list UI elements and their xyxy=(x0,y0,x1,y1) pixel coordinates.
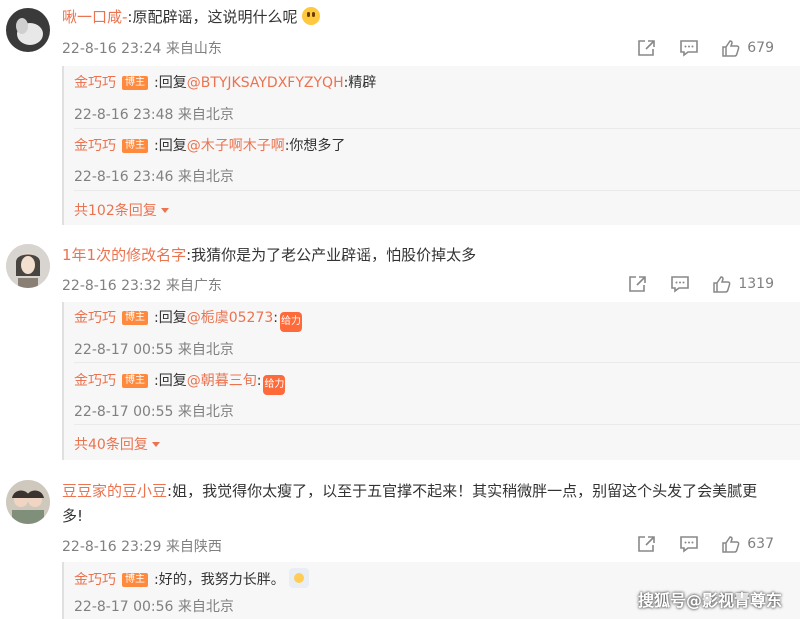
geili-sticker: 给力 xyxy=(263,375,286,395)
comment-meta: 22-8-16 23:29 来自陕西 xyxy=(62,539,222,555)
like-icon xyxy=(713,276,731,293)
reply-list: 金巧巧 博主:回复@栀虞05273: 给力 22-8-17 00:55 来自北京 金… xyxy=(62,302,800,460)
reply-mention[interactable]: @BTYJKSAYDXFYZYQH xyxy=(187,75,344,91)
reply-mention[interactable]: @栀虞05273 xyxy=(187,310,274,326)
comment-meta: 22-8-16 23:32 来自广东 xyxy=(62,278,222,294)
reply-meta: 22-8-17 00:55 来自北京 xyxy=(74,342,234,358)
more-replies-link[interactable]: 共102条回复 xyxy=(74,200,169,220)
reply-meta: 22-8-16 23:46 来自北京 xyxy=(74,169,234,185)
comment-actions: 1319 xyxy=(606,272,774,296)
author-badge: 博主 xyxy=(122,374,148,388)
comment-text: :姐，我觉得你太瘦了，以至于五官撑不起来！其实稍微胖一点，别留这个头发了会美腻更 xyxy=(167,482,758,500)
reply-mention[interactable]: @朝暮三旬 xyxy=(187,373,257,389)
like-icon xyxy=(722,536,740,553)
like-icon xyxy=(722,40,740,57)
reply-mention[interactable]: @木子啊木子啊 xyxy=(187,138,285,154)
comment-text-continued: 多! xyxy=(62,507,84,525)
avatar[interactable] xyxy=(6,480,50,524)
like-button[interactable]: 1319 xyxy=(712,275,774,293)
watermark: 搜狐号@影视青尊东 xyxy=(637,591,782,610)
sticker-icon xyxy=(288,568,309,588)
comment-meta: 22-8-16 23:24 来自山东 xyxy=(62,41,222,57)
comment-actions: 637 xyxy=(615,532,774,556)
reply-text: : xyxy=(256,373,262,389)
comment-icon xyxy=(680,40,699,57)
reply-item: 金巧巧 博主 :回复@BTYJKSAYDXFYZYQH:精辟 xyxy=(74,73,376,93)
divider xyxy=(74,362,800,363)
author-badge: 博主 xyxy=(122,76,148,90)
reply-text: :你想多了 xyxy=(284,138,346,154)
reply-meta: 22-8-17 00:56 来自北京 xyxy=(74,599,234,615)
more-replies-link[interactable]: 共40条回复 xyxy=(74,434,160,454)
chevron-down-icon xyxy=(160,208,169,213)
avatar[interactable] xyxy=(6,244,50,288)
reply-text: :精辟 xyxy=(343,75,377,91)
divider xyxy=(74,128,800,129)
reply-meta: 22-8-17 00:55 来自北京 xyxy=(74,404,234,420)
comment-icon xyxy=(680,536,699,553)
like-button[interactable]: 679 xyxy=(721,39,774,57)
author-badge: 博主 xyxy=(122,139,148,153)
reply-item: 金巧巧 博主 :回复@朝暮三旬: 给力 xyxy=(74,371,286,395)
reply-item: 金巧巧 博主 :好的，我努力长胖。 xyxy=(74,568,309,590)
like-count: 637 xyxy=(747,536,774,552)
reply-prefix: :回复 xyxy=(154,75,187,91)
comment-button[interactable] xyxy=(679,39,699,57)
comment-actions: 679 xyxy=(615,36,774,60)
reply-item: 金巧巧 博主 :回复@木子啊木子啊:你想多了 xyxy=(74,136,345,156)
share-icon xyxy=(638,536,656,552)
comment-item: 啾一口咸-:原配辟谣，这说明什么呢 22-8-16 23:24 来自山东 679… xyxy=(0,0,800,225)
like-count: 679 xyxy=(747,40,774,56)
comment-username[interactable]: 啾一口咸- xyxy=(62,8,127,26)
more-replies-label: 共102条回复 xyxy=(74,203,157,219)
comment-icon xyxy=(671,276,690,293)
comment-username[interactable]: 1年1次的修改名字 xyxy=(62,246,186,264)
comment-button[interactable] xyxy=(679,535,699,553)
reply-item: 金巧巧 博主 :回复@栀虞05273: 给力 xyxy=(74,308,302,332)
share-button[interactable] xyxy=(637,39,657,57)
share-icon xyxy=(638,40,656,56)
more-replies-label: 共40条回复 xyxy=(74,437,148,453)
comment-username[interactable]: 豆豆家的豆小豆 xyxy=(62,482,167,500)
comment-button[interactable] xyxy=(670,275,690,293)
reply-username[interactable]: 金巧巧 xyxy=(74,373,116,389)
author-badge: 博主 xyxy=(122,311,148,325)
reply-username[interactable]: 金巧巧 xyxy=(74,310,116,326)
comment-text: :我猜你是为了老公产业辟谣，怕股价掉太多 xyxy=(186,246,477,264)
reply-meta: 22-8-16 23:48 来自北京 xyxy=(74,107,234,123)
avatar[interactable] xyxy=(6,8,50,52)
reply-prefix: :回复 xyxy=(154,373,187,389)
reply-username[interactable]: 金巧巧 xyxy=(74,572,116,588)
chevron-down-icon xyxy=(151,442,160,447)
share-button[interactable] xyxy=(637,535,657,553)
like-count: 1319 xyxy=(738,276,774,292)
comment-text: :原配辟谣，这说明什么呢 xyxy=(127,8,298,26)
comment-item: 1年1次的修改名字:我猜你是为了老公产业辟谣，怕股价掉太多 22-8-16 23… xyxy=(0,238,800,460)
thinking-emoji-icon xyxy=(302,7,321,25)
author-badge: 博主 xyxy=(122,573,148,587)
reply-prefix: :回复 xyxy=(154,138,187,154)
reply-username[interactable]: 金巧巧 xyxy=(74,138,116,154)
reply-prefix: :回复 xyxy=(154,310,187,326)
share-icon xyxy=(629,276,647,292)
reply-text: :好的，我努力长胖。 xyxy=(154,572,285,588)
share-button[interactable] xyxy=(628,275,648,293)
divider xyxy=(74,190,800,191)
divider xyxy=(74,424,800,425)
reply-text: : xyxy=(273,310,278,326)
like-button[interactable]: 637 xyxy=(721,535,774,553)
reply-username[interactable]: 金巧巧 xyxy=(74,75,116,91)
geili-sticker: 给力 xyxy=(279,312,302,332)
reply-list: 金巧巧 博主:回复@BTYJKSAYDXFYZYQH:精辟 22-8-16 23:… xyxy=(62,66,800,225)
